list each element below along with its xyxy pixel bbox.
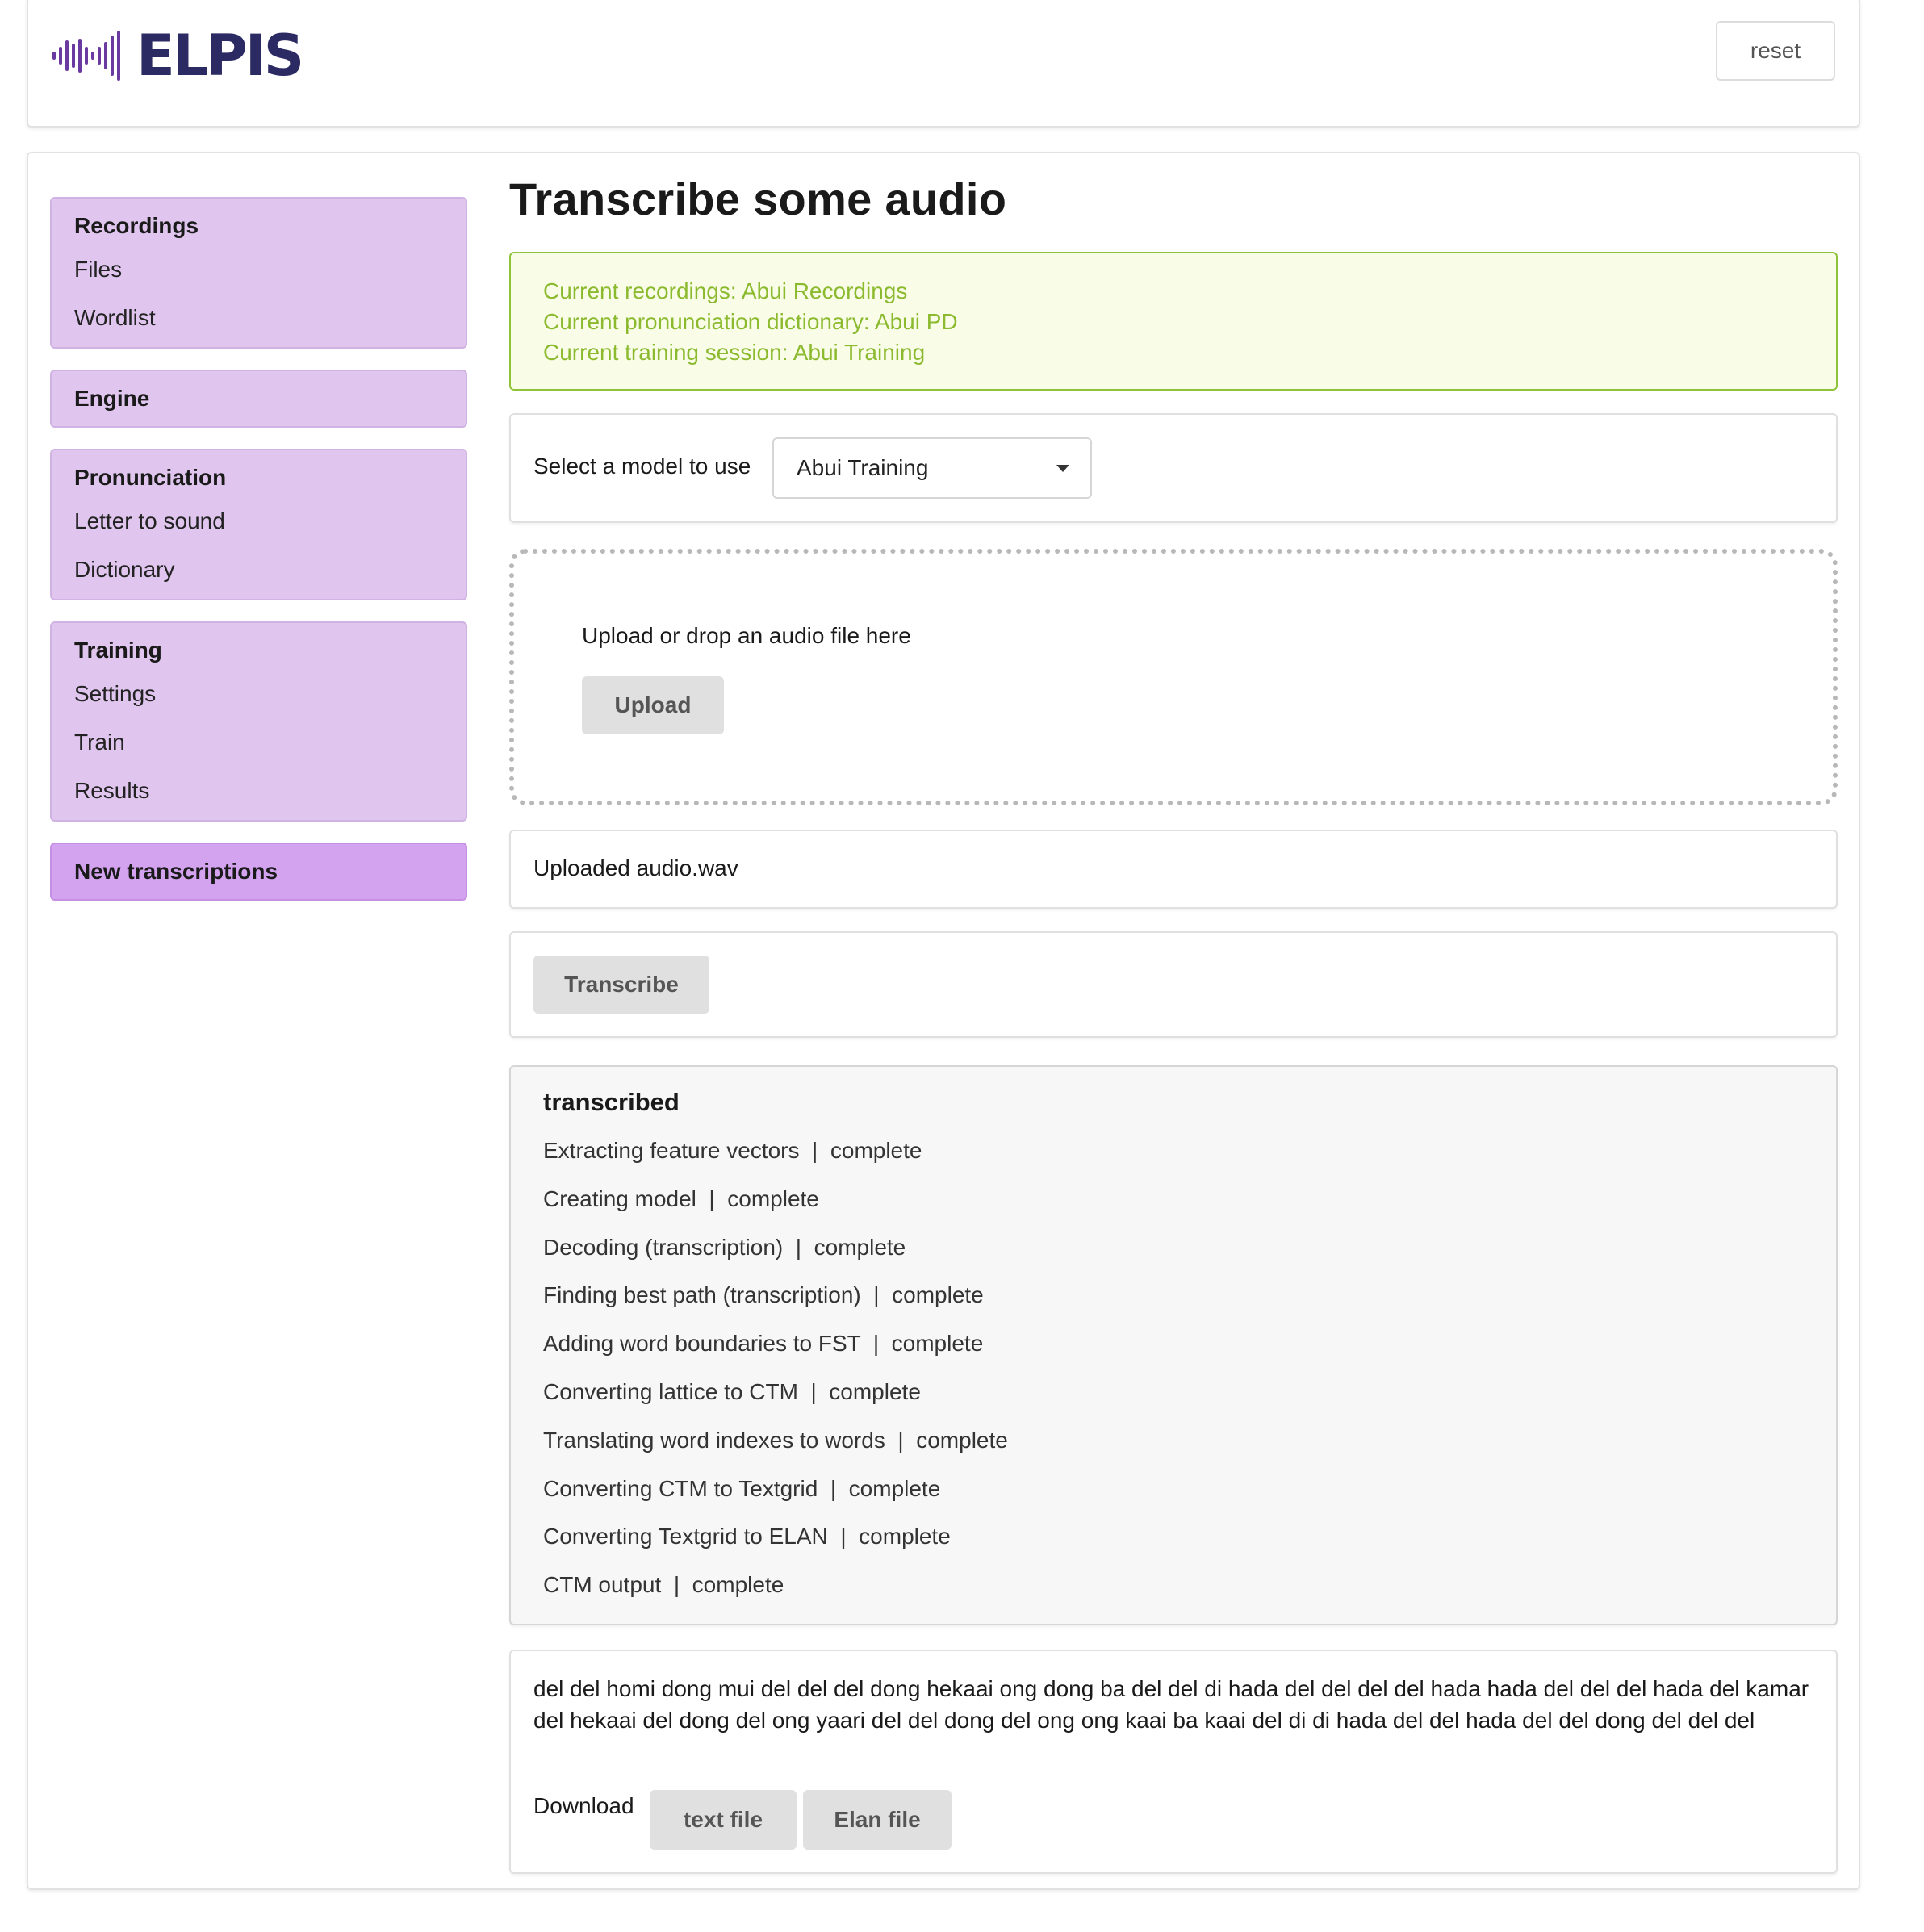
sidebar-item-dictionary[interactable]: Dictionary [52, 546, 466, 594]
sidebar-item-pronunciation[interactable]: Pronunciation [52, 458, 466, 497]
sidebar-item-recordings[interactable]: Recordings [52, 207, 466, 245]
sidebar-item-training[interactable]: Training [52, 631, 466, 670]
audio-dropzone[interactable]: Upload or drop an audio file here Upload [509, 549, 1838, 805]
uploaded-file-panel: Uploaded audio.wav [509, 830, 1838, 909]
sidebar-item-train[interactable]: Train [52, 718, 466, 767]
current-dictionary-text: Current pronunciation dictionary: Abui P… [543, 309, 958, 334]
transcribe-button[interactable]: Transcribe [533, 956, 709, 1014]
download-label: Download [533, 1793, 634, 1818]
current-settings-message: Current recordings: Abui Recordings Curr… [509, 252, 1838, 391]
nav-group-training: Training Settings Train Results [50, 621, 467, 822]
model-dropdown[interactable]: Abui Training [772, 437, 1092, 499]
transcribe-panel: Transcribe [509, 931, 1838, 1038]
status-row: Extracting feature vectors | complete [543, 1138, 922, 1163]
download-text-file-button[interactable]: text file [650, 1790, 797, 1850]
page-title: Transcribe some audio [509, 174, 1007, 224]
status-list: Extracting feature vectors | complete Cr… [543, 1136, 1008, 1619]
upload-button[interactable]: Upload [582, 676, 724, 734]
model-dropdown-value: Abui Training [797, 455, 929, 480]
status-row: Converting CTM to Textgrid | complete [543, 1475, 941, 1501]
sidebar-item-new-transcriptions[interactable]: New transcriptions [52, 852, 466, 891]
status-row: Translating word indexes to words | comp… [543, 1427, 1008, 1453]
nav-group-engine: Engine [50, 370, 467, 428]
transcription-result-panel: del del homi dong mui del del del dong h… [509, 1650, 1838, 1874]
sidebar-item-wordlist[interactable]: Wordlist [52, 294, 466, 342]
caret-down-icon [1056, 465, 1069, 472]
transcription-text: del del homi dong mui del del del dong h… [533, 1676, 1809, 1733]
dropzone-prompt: Upload or drop an audio file here [582, 623, 911, 648]
status-row: Converting lattice to CTM | complete [543, 1378, 921, 1404]
sidebar-item-letter-to-sound[interactable]: Letter to sound [52, 497, 466, 546]
current-recordings-text: Current recordings: Abui Recordings [543, 278, 908, 303]
status-row: Finding best path (transcription) | comp… [543, 1282, 984, 1308]
status-row: Converting Textgrid to ELAN | complete [543, 1524, 951, 1549]
logo-wordmark: ELPIS [136, 23, 304, 89]
app-header: ELPIS reset [27, 0, 1860, 128]
status-row: Adding word boundaries to FST | complete [543, 1331, 984, 1357]
model-select-panel: Select a model to use Abui Training [509, 413, 1838, 523]
model-select-label: Select a model to use [533, 454, 751, 479]
uploaded-filename: Uploaded audio.wav [533, 855, 738, 880]
nav-group-recordings: Recordings Files Wordlist [50, 197, 467, 349]
sidebar-item-engine[interactable]: Engine [52, 379, 466, 418]
download-elan-file-button[interactable]: Elan file [803, 1790, 952, 1850]
status-title: transcribed [543, 1088, 680, 1116]
nav-group-new-transcriptions: New transcriptions [50, 843, 467, 901]
elpis-logo[interactable]: ELPIS [51, 27, 304, 84]
reset-button[interactable]: reset [1716, 21, 1835, 81]
nav-group-pronunciation: Pronunciation Letter to sound Dictionary [50, 449, 467, 600]
sidebar-item-settings[interactable]: Settings [52, 670, 466, 718]
status-row: CTM output | complete [543, 1572, 784, 1598]
main-panel: Recordings Files Wordlist Engine Pronunc… [27, 152, 1860, 1890]
sidebar-item-results[interactable]: Results [52, 767, 466, 815]
current-session-text: Current training session: Abui Training [543, 340, 926, 365]
transcription-status-panel: transcribed Extracting feature vectors |… [509, 1065, 1838, 1625]
status-row: Creating model | complete [543, 1186, 819, 1211]
sidebar: Recordings Files Wordlist Engine Pronunc… [50, 197, 467, 922]
status-row: Decoding (transcription) | complete [543, 1234, 906, 1260]
sidebar-item-files[interactable]: Files [52, 245, 466, 294]
